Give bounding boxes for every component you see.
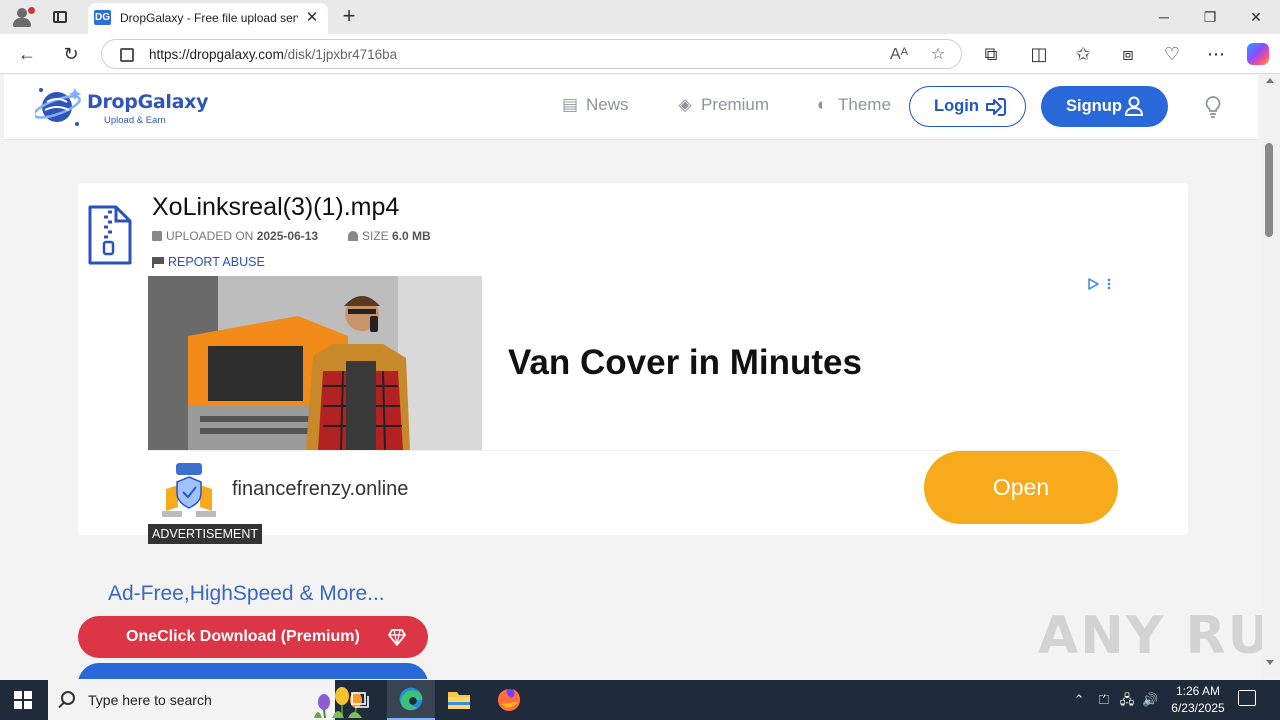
split-screen-icon[interactable]: ◫ xyxy=(1026,41,1052,67)
sign-in-icon xyxy=(986,98,1006,116)
favorite-star-icon[interactable]: ☆ xyxy=(927,44,949,66)
advertiser-logo-icon[interactable] xyxy=(158,461,220,519)
chevron-up-icon[interactable]: ⌃ xyxy=(1071,692,1087,708)
search-icon xyxy=(61,691,75,705)
upload-date: UPLOADED ON 2025-06-13 xyxy=(152,229,318,243)
page-scrollbar[interactable] xyxy=(1262,75,1280,679)
profile-icon[interactable] xyxy=(8,5,36,29)
taskbar-search[interactable]: Type here to search xyxy=(48,680,362,720)
page-viewport: DropGalaxy Upload & Earn ▤ News ◈ Premium … xyxy=(0,75,1262,679)
plus-icon[interactable]: + xyxy=(338,5,360,27)
network-icon[interactable]: 🖧 xyxy=(1119,692,1135,708)
ad-open-button[interactable]: Open xyxy=(924,451,1118,524)
anyrun-watermark: ANY RUN xyxy=(1038,606,1262,666)
browser-toolbar: ← ↻ https://dropgalaxy.com/disk/1jpxbr47… xyxy=(0,34,1280,74)
refresh-icon[interactable]: ↻ xyxy=(58,41,84,67)
site-header: DropGalaxy Upload & Earn ▤ News ◈ Premium … xyxy=(4,75,1258,140)
address-bar[interactable]: https://dropgalaxy.com/disk/1jpxbr4716ba… xyxy=(101,39,962,69)
galaxy-logo-icon[interactable] xyxy=(35,82,87,132)
window-close-icon[interactable]: ✕ xyxy=(1234,4,1278,30)
login-button[interactable]: Login xyxy=(909,86,1026,127)
favicon: DG xyxy=(94,10,111,25)
scroll-thumb[interactable] xyxy=(1265,143,1273,237)
scroll-down-icon[interactable] xyxy=(1266,660,1274,665)
volume-icon[interactable]: 🔊 xyxy=(1142,692,1158,708)
ad-image[interactable] xyxy=(148,276,482,450)
windows-start-icon[interactable] xyxy=(14,691,32,709)
close-icon[interactable]: ✕ xyxy=(303,9,321,27)
nav-theme[interactable]: ◐ Theme xyxy=(812,95,891,117)
notification-icon[interactable] xyxy=(1238,690,1256,706)
hard-drive-icon xyxy=(348,231,358,241)
system-clock[interactable]: 1:26 AM 6/23/2025 xyxy=(1160,683,1236,717)
task-view-icon[interactable] xyxy=(336,680,384,720)
usb-device-icon[interactable]: ⏍ xyxy=(1096,692,1112,708)
premium-promo-heading: Ad-Free,HighSpeed & More... xyxy=(108,582,385,605)
url-text[interactable]: https://dropgalaxy.com/disk/1jpxbr4716ba xyxy=(149,47,397,62)
back-icon[interactable]: ← xyxy=(14,41,40,67)
nav-premium[interactable]: ◈ Premium xyxy=(675,95,769,117)
file-explorer-icon[interactable] xyxy=(435,680,483,720)
truck-driver-photo xyxy=(148,276,482,450)
flag-icon xyxy=(152,257,164,268)
calendar-icon xyxy=(152,231,162,241)
collections-icon[interactable]: ⧈ xyxy=(1115,41,1141,67)
file-card: XoLinksreal(3)(1).mp4 UPLOADED ON 2025-0… xyxy=(78,183,1188,535)
favorites-icon[interactable]: ✩ xyxy=(1070,41,1096,67)
zip-file-icon xyxy=(88,205,132,265)
windows-taskbar: Type here to search ⌃ ⏍ 🖧 🔊 1:26 AM 6/23… xyxy=(0,680,1280,720)
browser-tab[interactable]: DG DropGalaxy - Free file upload service… xyxy=(88,3,328,34)
file-name: XoLinksreal(3)(1).mp4 xyxy=(152,193,400,221)
newspaper-icon: ▤ xyxy=(561,95,579,114)
tab-strip: DG DropGalaxy - Free file upload service… xyxy=(0,0,1280,34)
nav-news[interactable]: ▤ News xyxy=(560,95,629,117)
file-size: SIZE 6.0 MB xyxy=(348,229,431,243)
signup-button[interactable]: Signup xyxy=(1041,86,1168,127)
browser-essentials-icon[interactable]: ♡ xyxy=(1159,41,1185,67)
logo-name[interactable]: DropGalaxy xyxy=(87,91,208,113)
download-button[interactable] xyxy=(78,663,428,679)
lightbulb-icon[interactable] xyxy=(1204,95,1222,119)
palette-icon: ◐ xyxy=(816,95,828,114)
report-abuse-link[interactable]: REPORT ABUSE xyxy=(152,255,265,269)
restore-icon[interactable]: ❐ xyxy=(1188,4,1232,30)
firefox-icon[interactable] xyxy=(485,680,533,720)
ad-headline[interactable]: Van Cover in Minutes xyxy=(508,343,862,383)
tabs-icon[interactable] xyxy=(48,6,72,28)
user-icon xyxy=(1124,96,1144,116)
search-placeholder: Type here to search xyxy=(88,692,212,708)
extensions-icon[interactable]: ⧉ xyxy=(978,41,1004,67)
diamond-icon xyxy=(388,629,406,646)
lock-icon[interactable] xyxy=(118,48,134,62)
minimize-icon[interactable]: ─ xyxy=(1142,4,1186,30)
oneclick-premium-button[interactable]: OneClick Download (Premium) xyxy=(78,616,428,658)
ad-choices-icon[interactable] xyxy=(1087,277,1113,291)
copilot-icon[interactable] xyxy=(1247,43,1269,65)
more-icon[interactable]: ⋯ xyxy=(1203,41,1229,67)
logo-tagline: Upload & Earn xyxy=(104,115,166,126)
tab-title: DropGalaxy - Free file upload service xyxy=(120,11,298,25)
advertisement-label: ADVERTISEMENT xyxy=(148,524,263,544)
ad-domain[interactable]: financefrenzy.online xyxy=(232,478,408,501)
diamond-icon: ◈ xyxy=(678,95,692,114)
edge-browser-icon[interactable] xyxy=(387,680,435,720)
scroll-up-icon[interactable] xyxy=(1266,78,1274,83)
read-aloud-icon[interactable]: Aᴬ xyxy=(888,44,910,66)
